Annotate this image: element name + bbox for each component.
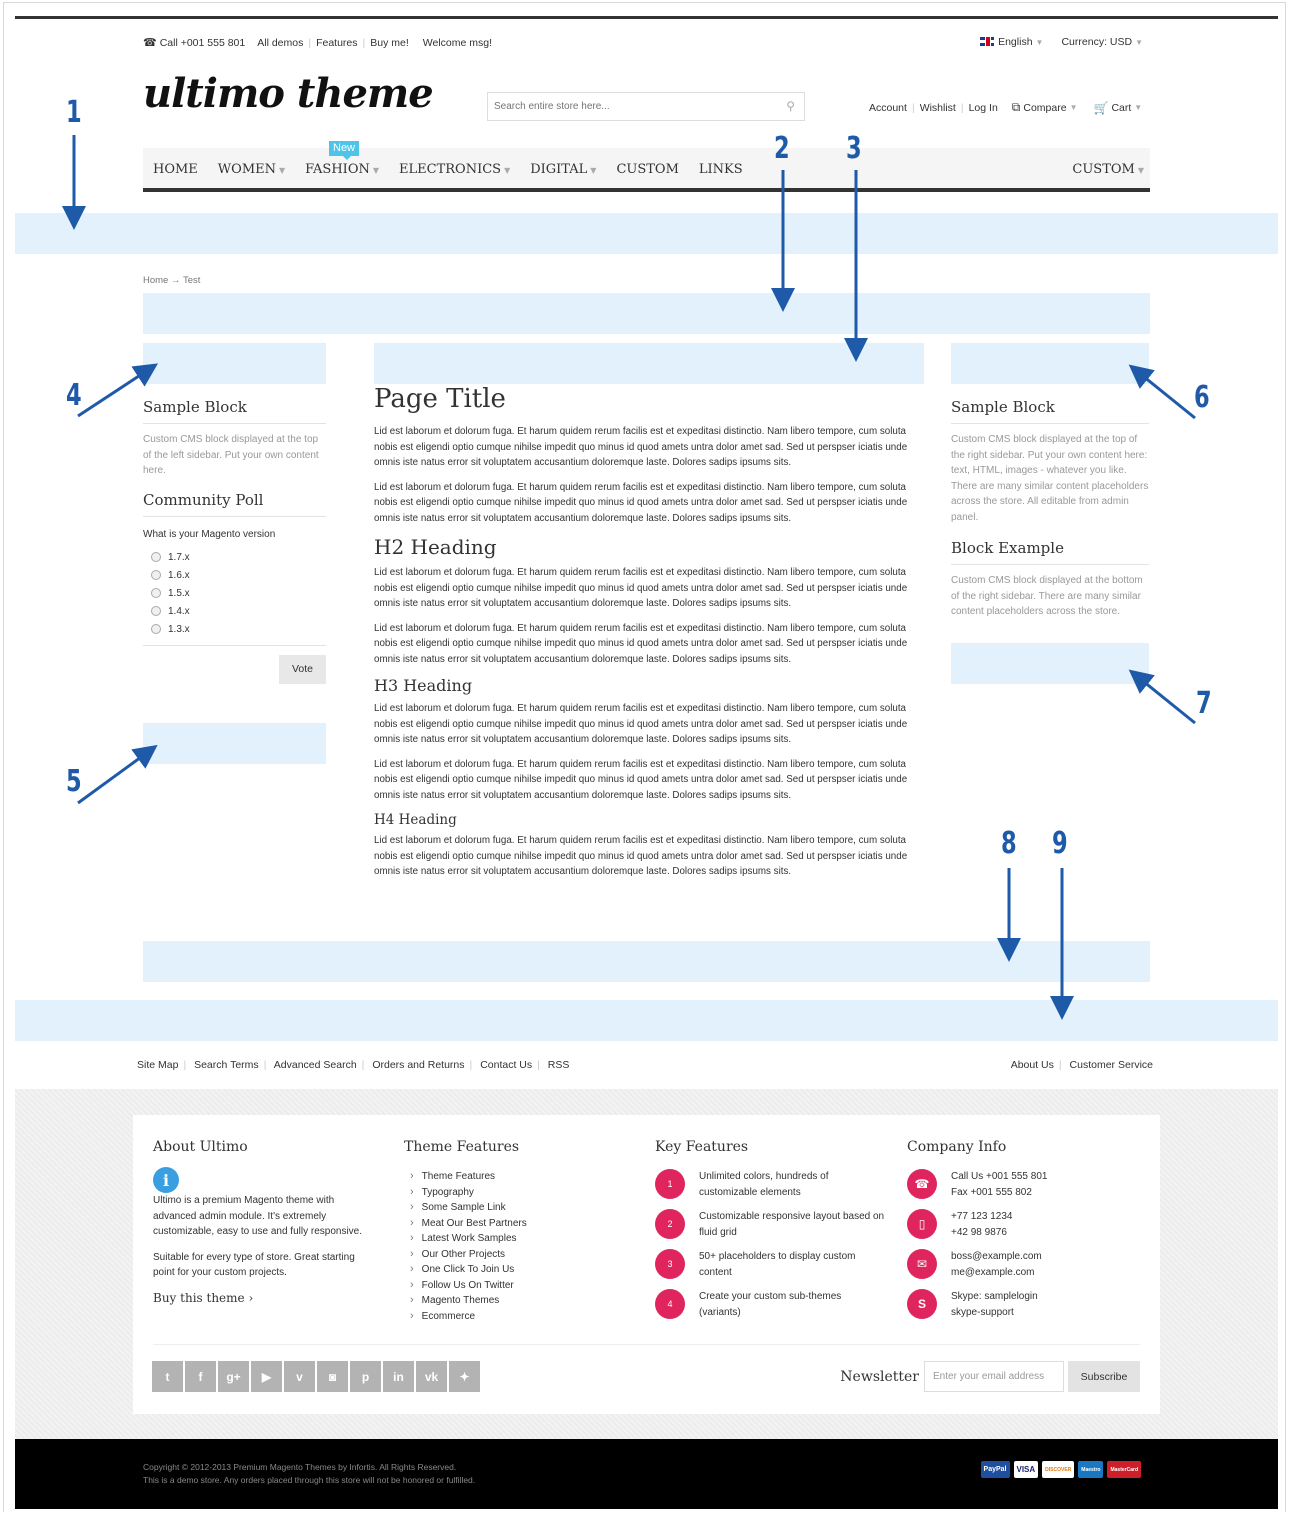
key-feature: 2 Customizable responsive layout based on… xyxy=(655,1209,885,1240)
company-mobile: ▯ +77 123 1234 +42 98 9876 xyxy=(907,1209,1137,1240)
feature-link[interactable]: Our Other Projects xyxy=(410,1247,629,1263)
arrow-5 xyxy=(77,744,158,805)
arrow-7 xyxy=(1128,669,1196,725)
annotation-5: 5 xyxy=(66,764,82,799)
footer-divider xyxy=(153,1344,1140,1345)
linkedin-icon[interactable]: in xyxy=(383,1361,414,1392)
buy-theme-link[interactable]: Buy this theme › xyxy=(153,1291,378,1305)
feature-link[interactable]: Latest Work Samples xyxy=(410,1231,629,1247)
footer-links: Site Map | Search Terms | Advanced Search |… xyxy=(137,1059,570,1071)
about-text: Ultimo is a premium Magento theme with a… xyxy=(153,1195,362,1237)
key-feature: 4 Create your custom sub-themes (variants… xyxy=(655,1289,885,1320)
footer-key-features: Key Features 1 Unlimited colors, hundreds… xyxy=(655,1139,885,1329)
theme-features-title: Theme Features xyxy=(404,1139,520,1155)
annotation-3: 3 xyxy=(846,131,862,166)
footer-link-advanced-search[interactable]: Advanced Search xyxy=(274,1059,357,1071)
copyright: Copyright © 2012-2013 Premium Magento Th… xyxy=(143,1462,476,1485)
vk-icon[interactable]: vk xyxy=(416,1361,447,1392)
feature-link[interactable]: Ecommerce xyxy=(410,1309,629,1325)
instagram-icon[interactable]: ◙ xyxy=(317,1361,348,1392)
footer-link-rss[interactable]: RSS xyxy=(548,1059,570,1071)
annotation-6: 6 xyxy=(1194,380,1210,415)
footer-about: About Ultimo i Ultimo is a premium Magen… xyxy=(153,1139,378,1305)
arrow-4 xyxy=(77,363,159,418)
company-skype: S Skype: samplelogin skype-support xyxy=(907,1289,1137,1320)
feature-link[interactable]: Magento Themes xyxy=(410,1293,629,1309)
vimeo-icon[interactable]: v xyxy=(284,1361,315,1392)
company-email: ✉ boss@example.com me@example.com xyxy=(907,1249,1137,1280)
company-info-title: Company Info xyxy=(907,1139,1007,1155)
footer-link-customer-service[interactable]: Customer Service xyxy=(1070,1059,1153,1071)
other-social-icon[interactable]: ✦ xyxy=(449,1361,480,1392)
newsletter-email-input[interactable]: Enter your email address xyxy=(924,1361,1064,1392)
arrow-6 xyxy=(1128,364,1196,420)
google-plus-icon[interactable]: g+ xyxy=(218,1361,249,1392)
footer-theme-features: Theme Features Theme Features Typography… xyxy=(404,1139,629,1324)
visa-icon: VISA xyxy=(1013,1461,1039,1478)
feature-link[interactable]: Typography xyxy=(410,1185,629,1201)
social-icons: t f g+ ▶ v ◙ p in vk ✦ xyxy=(152,1361,480,1392)
key-feature: 1 Unlimited colors, hundreds of customiza… xyxy=(655,1169,885,1200)
subscribe-button[interactable]: Subscribe xyxy=(1068,1361,1140,1392)
key-features-title: Key Features xyxy=(655,1139,749,1155)
annotation-1: 1 xyxy=(66,95,82,130)
feature-link[interactable]: Some Sample Link xyxy=(410,1200,629,1216)
feature-link[interactable]: One Click To Join Us xyxy=(410,1262,629,1278)
footer-link-search-terms[interactable]: Search Terms xyxy=(194,1059,259,1071)
footer-company-info: Company Info ☎ Call Us +001 555 801 Fax +0… xyxy=(907,1139,1137,1329)
key-feature: 3 50+ placeholders to display custom cont… xyxy=(655,1249,885,1280)
newsletter-label: Newsletter xyxy=(840,1368,919,1385)
footer-box: About Ultimo i Ultimo is a premium Magen… xyxy=(133,1115,1160,1414)
footer-link-about[interactable]: About Us xyxy=(1011,1059,1054,1071)
payment-icons: PayPal VISA DISCOVER Maestro MasterCard xyxy=(980,1461,1141,1478)
maestro-icon: Maestro xyxy=(1078,1461,1104,1478)
youtube-icon[interactable]: ▶ xyxy=(251,1361,282,1392)
annotation-7: 7 xyxy=(1196,686,1212,721)
twitter-icon[interactable]: t xyxy=(152,1361,183,1392)
footer-bottom: Copyright © 2012-2013 Premium Magento Th… xyxy=(15,1439,1278,1509)
skype-icon: S xyxy=(907,1289,937,1319)
annotation-8: 8 xyxy=(1001,826,1017,861)
about-text-2: Suitable for every type of store. Great … xyxy=(153,1251,355,1279)
mastercard-icon: MasterCard xyxy=(1107,1461,1141,1478)
pinterest-icon[interactable]: p xyxy=(350,1361,381,1392)
feature-link[interactable]: Meat Our Best Partners xyxy=(410,1216,629,1232)
footer-link-sitemap[interactable]: Site Map xyxy=(137,1059,178,1071)
annotation-4: 4 xyxy=(66,378,82,413)
discover-icon: DISCOVER xyxy=(1042,1461,1075,1478)
mobile-icon: ▯ xyxy=(907,1209,937,1239)
paypal-icon: PayPal xyxy=(980,1461,1010,1478)
company-phone: ☎ Call Us +001 555 801 Fax +001 555 802 xyxy=(907,1169,1137,1200)
phone-icon: ☎ xyxy=(907,1169,937,1199)
chevron-right-icon: › xyxy=(248,1290,254,1305)
mail-icon: ✉ xyxy=(907,1249,937,1279)
annotation-2: 2 xyxy=(774,131,790,166)
facebook-icon[interactable]: f xyxy=(185,1361,216,1392)
footer-links-right: About Us | Customer Service xyxy=(1010,1059,1153,1071)
info-icon: i xyxy=(153,1167,179,1193)
feature-link[interactable]: Theme Features xyxy=(410,1169,629,1185)
annotation-9: 9 xyxy=(1052,826,1068,861)
newsletter: Newsletter Enter your email address Subs… xyxy=(840,1361,1140,1392)
about-title: About Ultimo xyxy=(153,1139,248,1155)
footer-link-contact[interactable]: Contact Us xyxy=(480,1059,532,1071)
feature-link[interactable]: Follow Us On Twitter xyxy=(410,1278,629,1294)
footer-link-orders[interactable]: Orders and Returns xyxy=(372,1059,464,1071)
